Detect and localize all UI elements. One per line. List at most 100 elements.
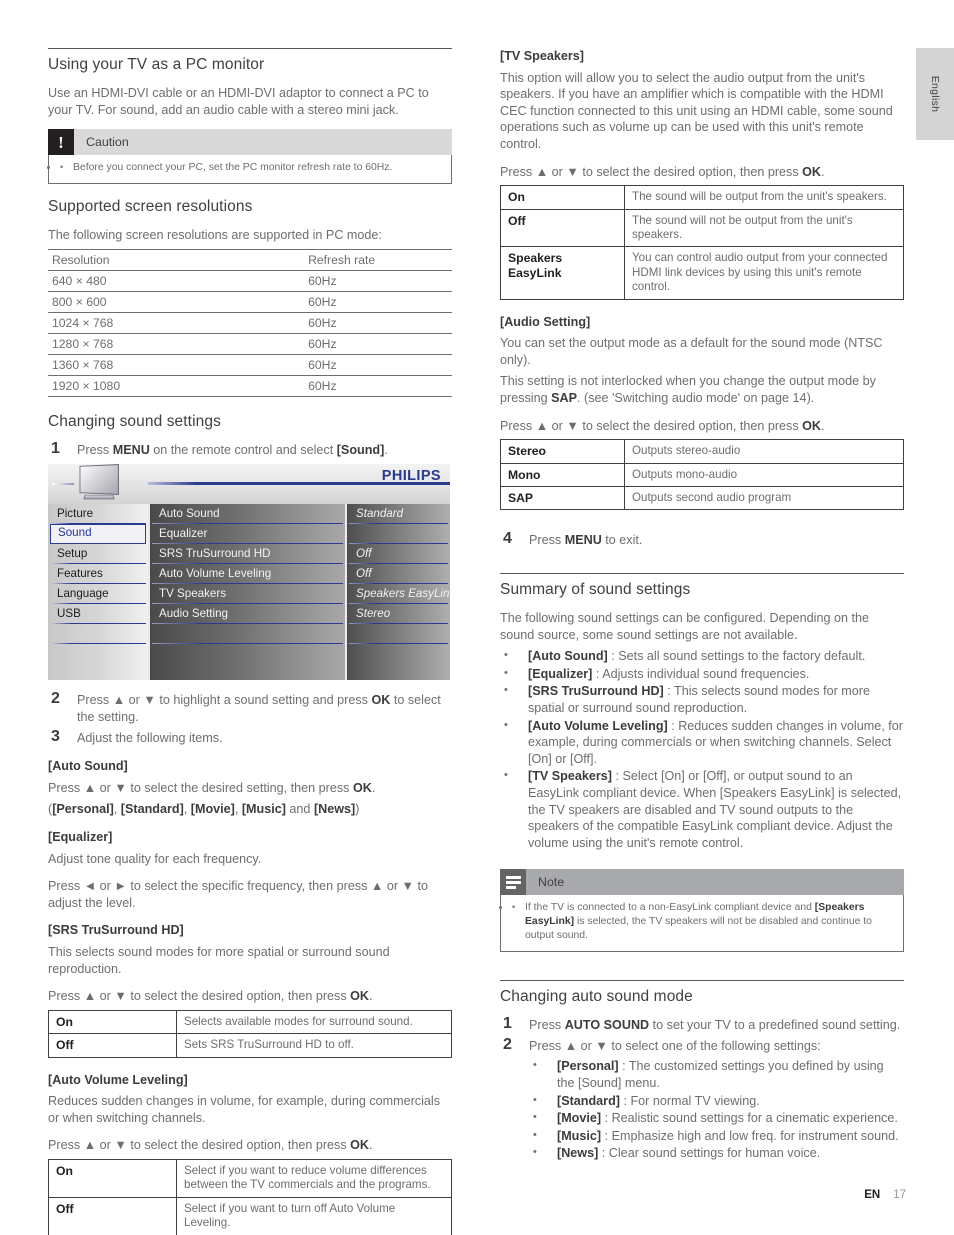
osd-menu-item[interactable]: Features xyxy=(48,564,148,585)
list-item: [Personal] : The customized settings you… xyxy=(529,1057,904,1091)
list-item-term: [Personal] xyxy=(557,1059,619,1074)
table-row: 1920 × 1080 60Hz xyxy=(48,375,452,397)
osd-menu-item[interactable]: USB xyxy=(48,604,148,625)
osd-menu-item[interactable]: Standard xyxy=(347,504,450,525)
option-key: SAP xyxy=(500,485,625,511)
step-number: 4 xyxy=(503,530,512,548)
option-key: Off xyxy=(500,208,625,248)
osd-header-line-left xyxy=(52,483,74,485)
section-heading-resolutions: Supported screen resolutions xyxy=(48,198,253,216)
resolutions-intro: The following screen resolutions are sup… xyxy=(48,228,382,243)
step-2-changing-sound: 2 Press ▲ or ▼ to highlight a sound sett… xyxy=(48,690,452,725)
osd-value-pane: Standard Off Off Speakers EasyLink Stereo xyxy=(347,504,450,681)
option-description: Select if you want to turn off Auto Volu… xyxy=(176,1196,452,1235)
table-row: Stereo Outputs stereo-audio xyxy=(500,439,904,464)
pc-monitor-intro: Use an HDMI-DVI cable or an HDMI-DVI ada… xyxy=(48,86,429,117)
table-row: 1024 × 768 60Hz xyxy=(48,312,452,334)
srs-label: [SRS TruSurround HD] xyxy=(48,923,184,938)
osd-menu-item[interactable]: Equalizer xyxy=(150,524,345,545)
audio-setting-options-table: Stereo Outputs stereo-audio Mono Outputs mo… xyxy=(500,439,904,511)
step-2-auto-sound-mode: 2 Press ▲ or ▼ to select one of the foll… xyxy=(500,1035,904,1162)
osd-menu-item[interactable]: Picture xyxy=(48,504,148,525)
option-description: Selects available modes for surround sou… xyxy=(176,1009,452,1035)
resolution-value: 1360 × 768 xyxy=(48,354,145,376)
option-key: Mono xyxy=(500,462,625,487)
osd-item-underline xyxy=(152,642,343,645)
sound-menu-label: [Sound] xyxy=(336,442,385,457)
option-key: Stereo xyxy=(500,439,625,464)
menu-key-label: MENU xyxy=(112,442,150,457)
summary-list: [Auto Sound] : Sets all sound settings t… xyxy=(500,647,904,851)
osd-menu-item[interactable]: Auto Sound xyxy=(150,504,345,525)
table-row: On The sound will be output from the unit… xyxy=(500,185,904,210)
list-item-description: : Clear sound settings for human voice. xyxy=(598,1146,821,1161)
resolution-value: 1024 × 768 xyxy=(48,312,145,334)
osd-category-pane: Picture Sound Setup Features Language USB xyxy=(48,504,148,681)
option-personal: [Personal] xyxy=(52,802,114,817)
osd-menu-item[interactable]: Stereo xyxy=(347,604,450,625)
step1-text-a: Press xyxy=(77,442,113,457)
auto-mode-step2-text: Press ▲ or ▼ to select one of the follow… xyxy=(529,1038,821,1053)
osd-menu-item[interactable]: Setup xyxy=(48,544,148,565)
list-item-description: : Realistic sound settings for a cinemat… xyxy=(601,1111,898,1126)
note-title: Note xyxy=(538,875,565,890)
osd-menu-item[interactable]: Off xyxy=(347,564,450,585)
osd-menu-item[interactable]: Audio Setting xyxy=(150,604,345,625)
option-key: On xyxy=(48,1009,177,1035)
refresh-rate-value: 60Hz xyxy=(144,354,452,376)
avl-desc: Reduces sudden changes in volume, for ex… xyxy=(48,1094,441,1125)
option-description: You can control audio output from your c… xyxy=(624,246,904,300)
step-number: 2 xyxy=(51,690,60,708)
note-text: If the TV is connected to a non-EasyLink… xyxy=(511,900,893,943)
osd-menu-item[interactable]: Speakers EasyLink xyxy=(347,584,450,605)
refresh-rate-value: 60Hz xyxy=(144,312,452,334)
audio-setting-desc2: This setting is not interlocked when you… xyxy=(500,374,876,405)
table-header-row: Resolution Refresh rate xyxy=(48,248,452,271)
list-item-term: [News] xyxy=(557,1146,599,1161)
list-item-term: [TV Speakers] xyxy=(528,769,612,784)
table-row: On Selects available modes for surround s… xyxy=(48,1009,452,1035)
note-lines-icon xyxy=(500,869,526,896)
list-item: [Auto Volume Leveling] : Reduces sudden … xyxy=(500,717,904,768)
list-item: [Movie] : Realistic sound settings for a… xyxy=(529,1109,904,1127)
step-number: 2 xyxy=(503,1035,512,1053)
list-item: [Auto Sound] : Sets all sound settings t… xyxy=(500,647,904,665)
summary-intro: The following sound settings can be conf… xyxy=(500,610,869,642)
caution-header: ! Caution xyxy=(48,129,452,156)
audio-setting-desc1: You can set the output mode as a default… xyxy=(500,336,883,367)
note-header: Note xyxy=(500,869,904,896)
list-item-term: [Standard] xyxy=(557,1093,620,1108)
osd-menu-item-empty xyxy=(150,624,345,645)
osd-menu-item[interactable]: Sound xyxy=(50,524,146,545)
option-key: Off xyxy=(48,1033,177,1058)
osd-menu-item[interactable]: Language xyxy=(48,584,148,605)
auto-sound-instruction: Press ▲ or ▼ to select the desired setti… xyxy=(48,780,376,795)
table-row: Speakers EasyLink You can control audio o… xyxy=(500,246,904,300)
list-item-description: : Adjusts individual sound frequencies. xyxy=(592,666,810,681)
language-side-tab-label: English xyxy=(929,75,941,113)
osd-menu-item[interactable]: Off xyxy=(347,544,450,565)
list-item-term: [Equalizer] xyxy=(528,666,593,681)
option-key: Speakers EasyLink xyxy=(500,246,625,300)
note-callout: Note If the TV is connected to a non-Eas… xyxy=(500,869,904,953)
resolution-value: 1920 × 1080 xyxy=(48,375,145,397)
table-row: Off Sets SRS TruSurround HD to off. xyxy=(48,1033,452,1058)
osd-menu-item[interactable] xyxy=(347,524,450,545)
column-header-resolution: Resolution xyxy=(48,248,145,271)
section-heading-auto-sound-mode: Changing auto sound mode xyxy=(500,980,904,1006)
osd-menu-item[interactable]: Auto Volume Leveling xyxy=(150,564,345,585)
footer-locale: EN xyxy=(864,1189,881,1201)
caution-body: Before you connect your PC, set the PC m… xyxy=(48,155,452,185)
step2-text-a: Press ▲ or ▼ to highlight a sound settin… xyxy=(77,693,372,708)
option-description: Outputs mono-audio xyxy=(624,462,904,487)
osd-menu-item[interactable]: TV Speakers xyxy=(150,584,345,605)
avl-options-table: On Select if you want to reduce volume di… xyxy=(48,1158,452,1235)
right-column: [TV Speakers] This option will allow you… xyxy=(500,48,904,1164)
option-standard: [Standard] xyxy=(120,802,184,817)
srs-desc: This selects sound modes for more spatia… xyxy=(48,944,390,976)
tv-speakers-options-table: On The sound will be output from the unit… xyxy=(500,185,904,300)
step1-text-c: on the remote control and select xyxy=(149,442,337,457)
caution-callout: ! Caution Before you connect your PC, se… xyxy=(48,129,452,185)
osd-menu-item[interactable]: SRS TruSurround HD xyxy=(150,544,345,565)
osd-body: Picture Sound Setup Features Language USB Aut… xyxy=(48,504,450,681)
